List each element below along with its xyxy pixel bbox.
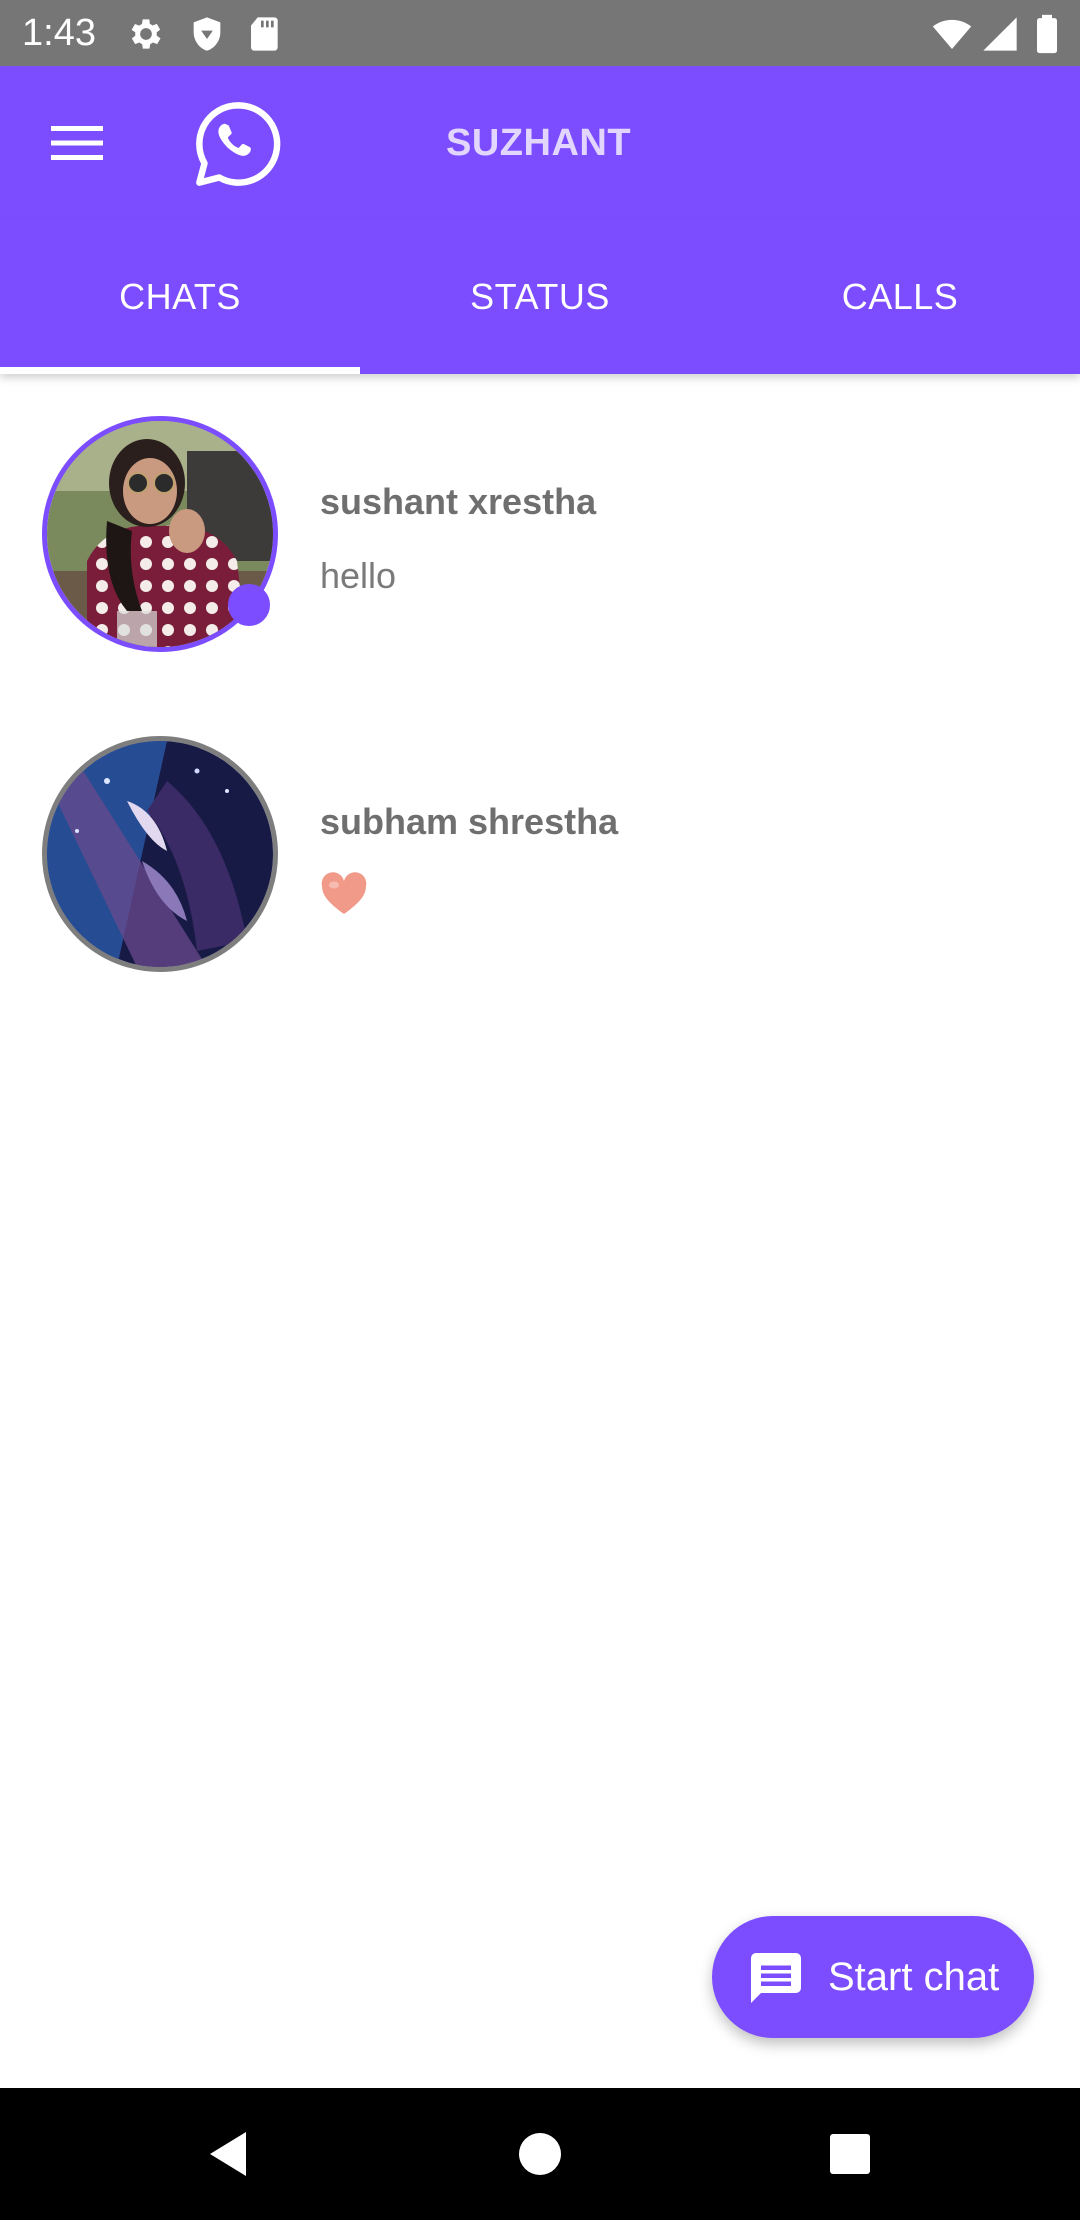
navigation-bar xyxy=(0,2088,1080,2220)
chat-item-sushant-xrestha[interactable]: sushant xrestha hello xyxy=(0,374,1080,694)
app-title: SUZHANT xyxy=(446,122,632,164)
back-icon[interactable] xyxy=(200,2124,260,2184)
tab-calls[interactable]: CALLS xyxy=(720,220,1080,374)
start-chat-label: Start chat xyxy=(828,1955,1000,1999)
message-icon xyxy=(751,1953,801,2003)
tab-bar: CHATS STATUS CALLS xyxy=(0,220,1080,374)
avatar-photo xyxy=(47,741,273,967)
recents-icon[interactable] xyxy=(820,2124,880,2184)
signal-icon xyxy=(983,17,1017,51)
home-icon[interactable] xyxy=(510,2124,570,2184)
chat-name: sushant xrestha xyxy=(320,481,597,522)
wifi-icon xyxy=(932,19,972,49)
start-chat-button[interactable]: Start chat xyxy=(712,1916,1034,2038)
battery-icon xyxy=(1037,14,1057,54)
menu-icon[interactable] xyxy=(44,117,110,169)
chat-last-message: hello xyxy=(320,555,397,596)
online-indicator xyxy=(228,584,270,626)
status-time: 1:43 xyxy=(22,12,96,54)
chat-item-subham-shrestha[interactable]: subham shrestha xyxy=(0,694,1080,1014)
tab-chats[interactable]: CHATS xyxy=(0,220,360,374)
settings-icon xyxy=(131,19,161,49)
whatsapp-icon xyxy=(196,102,281,186)
chat-name: subham shrestha xyxy=(320,801,619,842)
sd-card-icon xyxy=(251,17,278,51)
shield-icon xyxy=(193,17,221,51)
app-bar: SUZHANT xyxy=(0,66,1080,220)
status-bar: 1:43 xyxy=(0,0,1080,66)
tab-indicator xyxy=(0,367,360,374)
tab-status[interactable]: STATUS xyxy=(360,220,720,374)
heart-emoji-icon xyxy=(321,872,367,914)
avatar[interactable] xyxy=(42,736,278,972)
